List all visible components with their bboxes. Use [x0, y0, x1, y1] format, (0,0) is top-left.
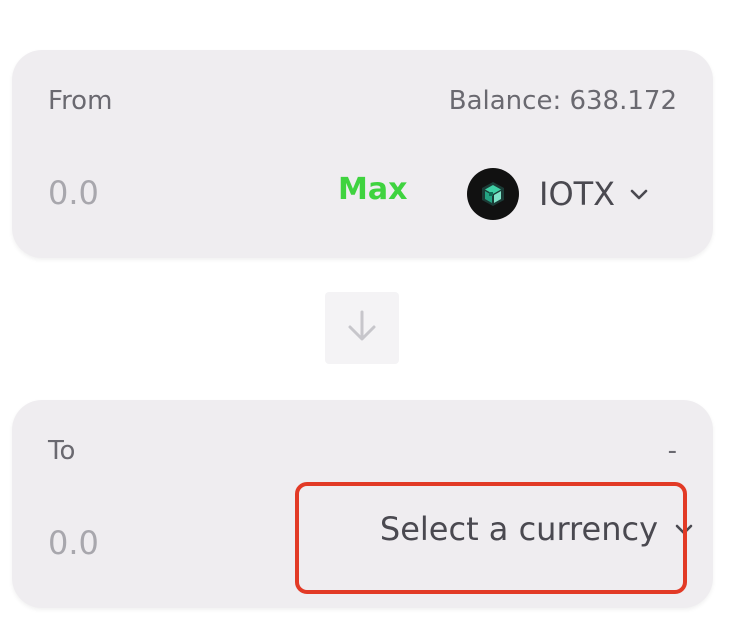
- chevron-down-icon: [674, 519, 694, 539]
- select-currency-button[interactable]: Select a currency: [312, 484, 694, 574]
- arrow-down-icon: [342, 306, 382, 350]
- to-panel: To - Select a currency: [12, 400, 713, 608]
- iotx-logo-icon: [467, 168, 519, 220]
- max-button[interactable]: Max: [338, 172, 407, 207]
- from-amount-input[interactable]: [48, 174, 208, 212]
- to-amount-input[interactable]: [48, 524, 208, 562]
- swap-direction-button[interactable]: [325, 292, 399, 364]
- to-label: To: [48, 436, 76, 466]
- to-balance-label: -: [667, 436, 677, 466]
- chevron-down-icon: [629, 184, 649, 204]
- token-symbol: IOTX: [539, 175, 616, 213]
- from-label: From: [48, 86, 113, 116]
- balance-label: Balance: 638.172: [448, 86, 677, 116]
- from-panel: From Balance: 638.172 Max IOTX: [12, 50, 713, 258]
- from-token-select[interactable]: IOTX: [467, 166, 649, 222]
- select-currency-label: Select a currency: [379, 510, 658, 548]
